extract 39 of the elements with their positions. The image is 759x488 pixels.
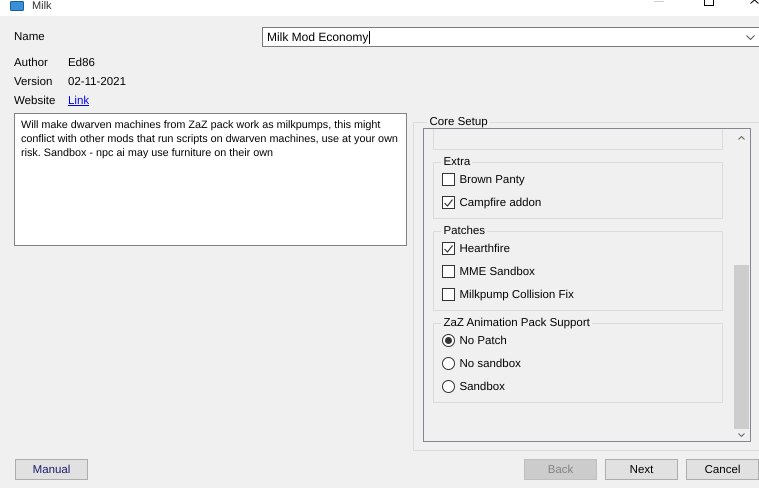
checkbox-label[interactable]: Brown Panty: [459, 174, 525, 186]
radio-button[interactable]: [442, 334, 456, 347]
field-label: Name: [14, 31, 46, 43]
checkbox[interactable]: [442, 288, 456, 301]
field-label: Website: [14, 94, 56, 106]
group-title: Patches: [442, 225, 486, 237]
radio-button[interactable]: [442, 357, 456, 370]
checkbox[interactable]: [442, 173, 456, 186]
name-combo-box[interactable]: Milk Mod Economy: [262, 27, 759, 47]
checkbox-label[interactable]: Campfire addon: [459, 196, 542, 208]
checkbox-label[interactable]: Hearthfire: [459, 242, 510, 254]
checkbox-label[interactable]: MME Sandbox: [459, 266, 535, 278]
radio-button[interactable]: [442, 380, 456, 393]
button[interactable]: Cancel: [686, 459, 759, 480]
radio-label[interactable]: No Patch: [459, 334, 507, 346]
checkbox[interactable]: [442, 242, 456, 255]
scroll-up-icon[interactable]: [738, 136, 746, 140]
field-label: Version: [14, 76, 54, 88]
field-value: 02-11-2021: [68, 76, 126, 88]
scroll-down-icon[interactable]: [738, 433, 746, 437]
group-title: Extra: [442, 156, 472, 168]
radio-label[interactable]: No sandbox: [459, 358, 521, 370]
scrollbar-thumb[interactable]: [734, 265, 750, 429]
maximize-icon[interactable]: [704, 0, 714, 6]
checkbox[interactable]: [442, 265, 456, 278]
radio-label[interactable]: Sandbox: [459, 380, 505, 392]
window-title: Milk: [32, 0, 52, 12]
field-value: Ed86: [68, 56, 95, 68]
checkbox-label[interactable]: Milkpump Collision Fix: [459, 288, 574, 300]
button[interactable]: Manual: [15, 459, 88, 480]
group-title: ZaZ Animation Pack Support: [442, 317, 591, 329]
website-link[interactable]: Link: [68, 94, 90, 106]
group-title: Core Setup: [428, 116, 489, 128]
description-text: Will make dwarven machines from ZaZ pack work as milkpumps, this might conflict with other mods that run scripts on dwarven machines, use at your own risk. Sandbox - npc ai may use furniture on their own: [14, 113, 408, 246]
caret-icon[interactable]: [746, 34, 755, 40]
checkbox[interactable]: [442, 196, 456, 209]
app-icon: [10, 1, 24, 11]
button[interactable]: Next: [605, 459, 678, 480]
field-label: Author: [14, 56, 49, 68]
